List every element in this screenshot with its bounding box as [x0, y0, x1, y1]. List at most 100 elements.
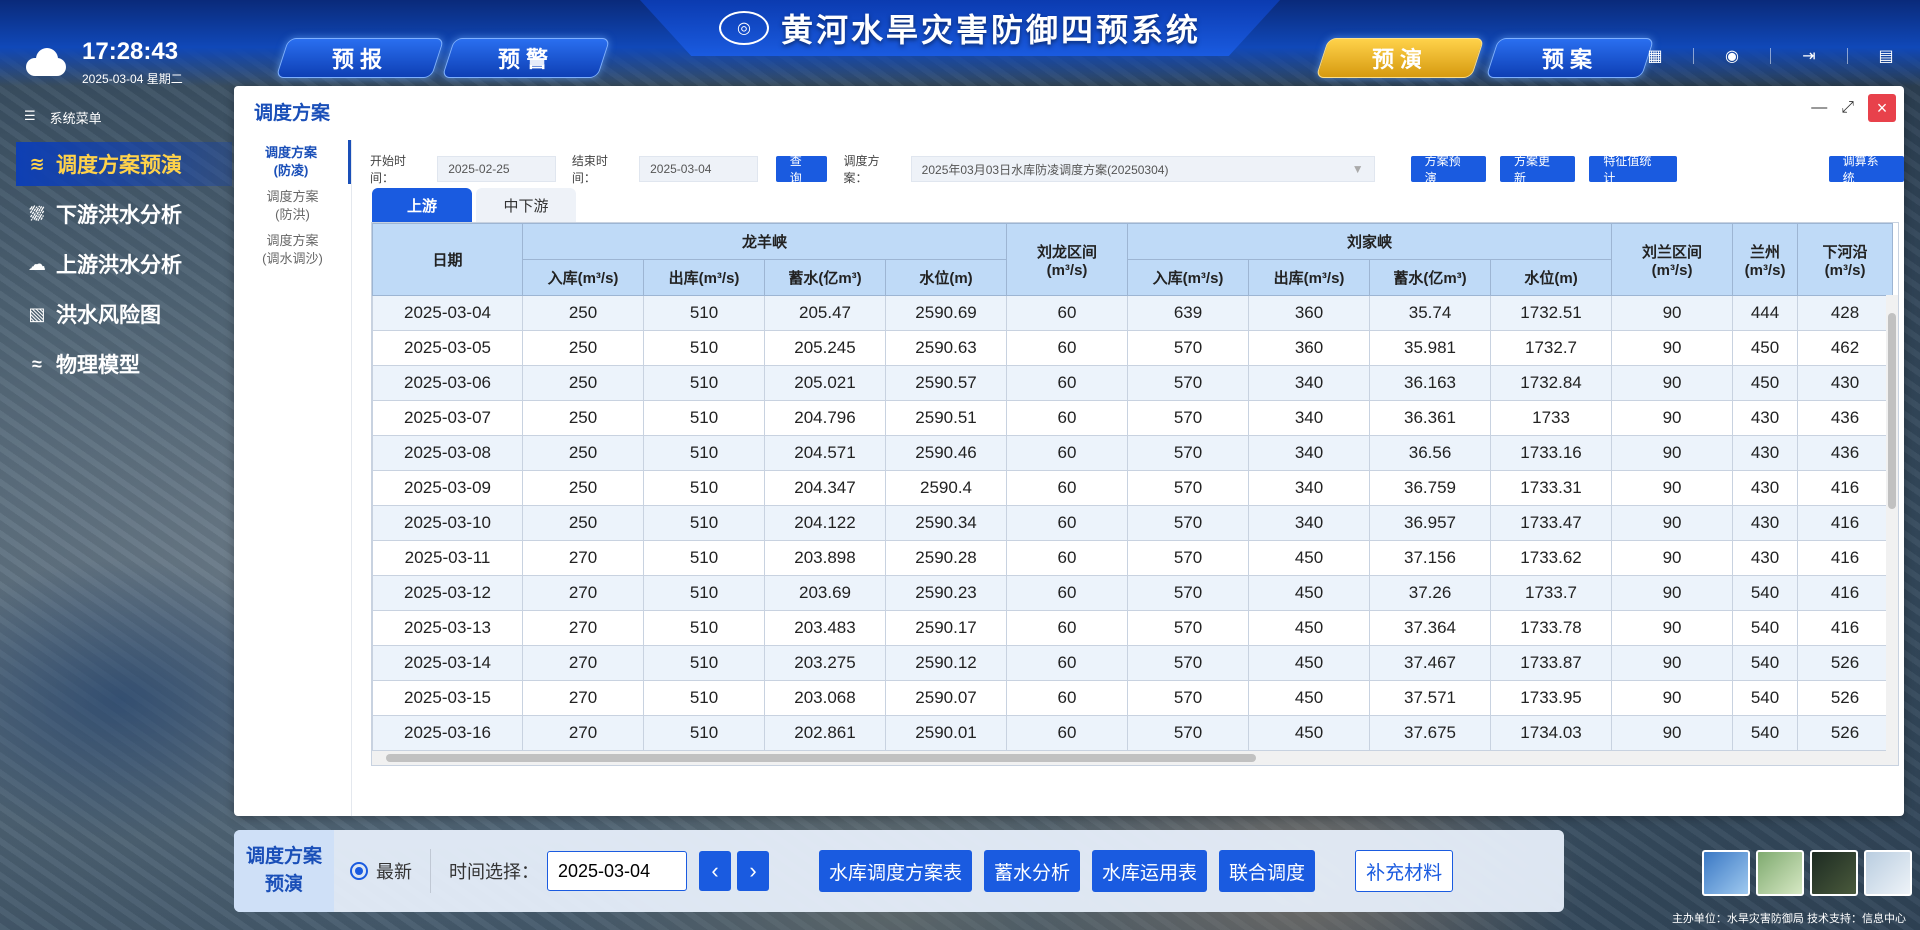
table-cell: 60 [1006, 575, 1129, 611]
table-row: 2025-03-09 250 510 204.347 2590.4 60 570 340 36.… [372, 470, 1894, 506]
table-cell: 510 [643, 365, 765, 401]
nav-forecast[interactable]: 预报 [275, 38, 445, 78]
table-cell: 1732.84 [1490, 365, 1613, 401]
subnav-sediment[interactable]: 调度方案 (调水调沙) [234, 228, 351, 272]
table-cell: 416 [1797, 610, 1894, 646]
table-cell: 60 [1006, 505, 1129, 541]
menu-item-upstream[interactable]: ☁ 上游洪水分析 [16, 242, 232, 286]
table-cell: 450 [1732, 330, 1799, 366]
table-cell: 60 [1006, 365, 1129, 401]
nav-warning[interactable]: 预警 [441, 38, 611, 78]
table-cell: 203.69 [764, 575, 886, 611]
supplementary-button[interactable]: 补充材料 [1355, 850, 1454, 892]
table-cell: 202.861 [764, 715, 886, 751]
storage-analysis-button[interactable]: 蓄水分析 [984, 850, 1081, 892]
end-date-input[interactable]: 2025-03-04 [639, 156, 758, 182]
downstream-icon: ⛆ [29, 203, 45, 224]
reservoir-plan-table-button[interactable]: 水库调度方案表 [819, 850, 973, 892]
eye-icon[interactable]: ◉ [1722, 46, 1742, 66]
reservoir-operation-button[interactable]: 水库运用表 [1092, 850, 1208, 892]
table-cell: 60 [1006, 610, 1129, 646]
menu-icon: ☰ [24, 108, 36, 123]
basemap-thumb-1[interactable] [1702, 850, 1750, 896]
table-cell: 2025-03-09 [372, 470, 523, 506]
table-cell: 250 [522, 435, 644, 471]
subnav-flood[interactable]: 调度方案 (防洪) [234, 184, 351, 228]
vertical-scrollbar[interactable] [1886, 295, 1898, 765]
system-menu-head[interactable]: ☰ 系统菜单 [24, 108, 102, 127]
tab-mid-downstream[interactable]: 中下游 [476, 188, 576, 222]
table-cell: 37.364 [1369, 610, 1492, 646]
plan-preview-button[interactable]: 方案预演 [1410, 154, 1487, 185]
basemap-thumb-3[interactable] [1810, 850, 1858, 896]
plan-update-button[interactable]: 方案更新 [1500, 154, 1576, 185]
table-cell: 37.571 [1369, 680, 1492, 716]
latest-radio[interactable]: 最新 [350, 858, 412, 884]
menu-item-dispatch[interactable]: ≋ 调度方案预演 [16, 142, 232, 186]
table-cell: 1733.16 [1490, 435, 1613, 471]
tab-upstream[interactable]: 上游 [372, 188, 472, 222]
region-tabs: 上游 中下游 [372, 188, 576, 222]
calendar-icon[interactable]: ▦ [1645, 46, 1665, 66]
basemap-thumb-4[interactable] [1864, 850, 1912, 896]
close-button[interactable]: × [1868, 94, 1896, 122]
table-cell: 60 [1006, 330, 1129, 366]
table-cell: 436 [1797, 400, 1894, 436]
nav-plan[interactable]: 预案 [1485, 38, 1655, 78]
table-cell: 250 [522, 295, 644, 331]
menu-item-downstream[interactable]: ⛆ 下游洪水分析 [16, 192, 232, 236]
table-cell: 37.26 [1369, 575, 1492, 611]
feature-stats-button[interactable]: 特征值统计 [1589, 154, 1677, 185]
table-cell: 250 [522, 400, 644, 436]
table-cell: 510 [643, 470, 765, 506]
table-cell: 436 [1797, 435, 1894, 471]
plan-select[interactable]: 2025年03月03日水库防凌调度方案(20250304) ▼ [910, 156, 1375, 182]
table-cell: 1734.03 [1490, 715, 1613, 751]
table-cell: 430 [1732, 540, 1799, 576]
table-cell: 2590.01 [884, 715, 1008, 751]
table-cell: 570 [1127, 470, 1250, 506]
col-xiaheyan: 下河沿 (m³/s) [1797, 223, 1894, 296]
table-cell: 526 [1797, 715, 1894, 751]
table-cell: 526 [1797, 645, 1894, 681]
joint-dispatch-button[interactable]: 联合调度 [1219, 850, 1316, 892]
table-cell: 2590.17 [884, 610, 1008, 646]
query-button[interactable]: 查询 [775, 154, 828, 185]
nav-rehearsal[interactable]: 预演 [1315, 38, 1485, 78]
table-cell: 2025-03-08 [372, 435, 523, 471]
table-cell: 430 [1732, 470, 1799, 506]
table-cell: 90 [1611, 295, 1734, 331]
start-date-input[interactable]: 2025-02-25 [437, 156, 556, 182]
horizontal-scrollbar[interactable] [372, 751, 1898, 765]
table-cell: 2590.63 [884, 330, 1008, 366]
table-cell: 2025-03-16 [372, 715, 523, 751]
table-row: 2025-03-08 250 510 204.571 2590.46 60 570 340 36… [372, 435, 1894, 471]
logout-icon[interactable]: ⇥ [1799, 46, 1819, 66]
storage-icon[interactable]: ▤ [1876, 46, 1896, 66]
col-lyx-inflow: 入库(m³/s) [522, 259, 644, 296]
table-row: 2025-03-07 250 510 204.796 2590.51 60 570 340 36… [372, 400, 1894, 436]
table-cell: 2025-03-13 [372, 610, 523, 646]
table-cell: 570 [1127, 330, 1250, 366]
table-cell: 540 [1732, 575, 1799, 611]
table-cell: 428 [1797, 295, 1894, 331]
table-cell: 510 [643, 680, 765, 716]
basemap-thumb-2[interactable] [1756, 850, 1804, 896]
table-cell: 570 [1127, 435, 1250, 471]
menu-item-risk-map[interactable]: ▧ 洪水风险图 [16, 292, 232, 336]
upstream-icon: ☁ [28, 253, 46, 274]
minimize-icon[interactable]: — [1811, 99, 1827, 117]
table-cell: 270 [522, 715, 644, 751]
prev-date-button[interactable]: ‹ [699, 851, 731, 891]
table-cell: 203.068 [764, 680, 886, 716]
maximize-icon[interactable]: ⤢ [1841, 99, 1854, 117]
date-input[interactable]: 2025-03-04 [547, 851, 687, 891]
subnav-ice[interactable]: 调度方案 (防凌) [234, 140, 351, 184]
menu-item-model[interactable]: ≈ 物理模型 [16, 342, 232, 386]
table-cell: 270 [522, 610, 644, 646]
calc-system-button[interactable]: 调算系统 [1828, 154, 1904, 185]
next-date-button[interactable]: › [737, 851, 769, 891]
table-cell: 340 [1248, 365, 1371, 401]
table-cell: 250 [522, 505, 644, 541]
table-cell: 90 [1611, 645, 1734, 681]
